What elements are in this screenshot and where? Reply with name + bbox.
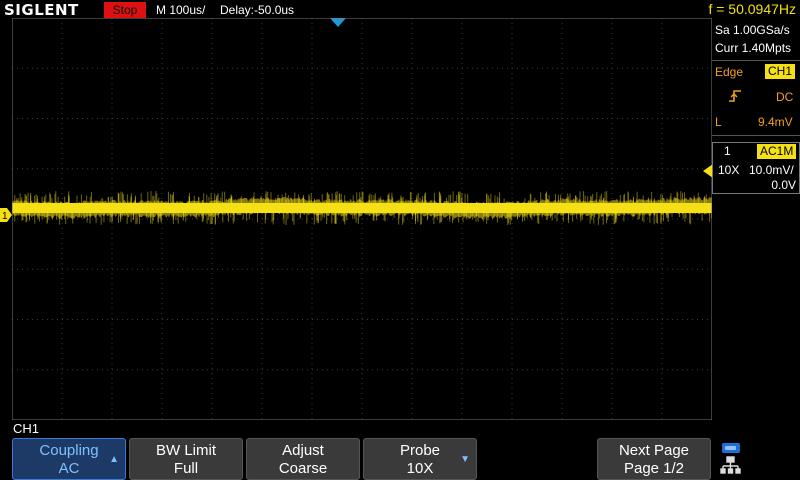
channel-number: 1 xyxy=(724,144,731,158)
ch1-marker-label: 1 xyxy=(2,211,8,222)
trigger-coupling: DC xyxy=(776,90,794,104)
trigger-source[interactable]: CH1 xyxy=(765,64,796,79)
channel1-info[interactable]: 1 AC1M 10X 10.0mV/ 0.0V xyxy=(712,142,800,194)
waveform-display[interactable] xyxy=(12,18,712,420)
top-status-bar: SIGLENT Stop M 100us/ Delay:-50.0us f = … xyxy=(0,0,800,20)
softkey-title: Adjust xyxy=(282,442,324,459)
arrow-up-icon: ▲ xyxy=(109,454,119,465)
adjust-softkey[interactable]: Adjust Coarse xyxy=(246,438,360,480)
coupling-softkey[interactable]: Coupling AC ▲ xyxy=(12,438,126,480)
usb-icon xyxy=(722,443,740,453)
frequency-counter: f = 50.0947Hz xyxy=(708,1,796,17)
probe-softkey[interactable]: Probe 10X ▼ xyxy=(363,438,477,480)
softkey-value: Coarse xyxy=(278,460,328,477)
softkey-value: Page 1/2 xyxy=(623,460,685,477)
trigger-level: 9.4mV xyxy=(758,115,793,129)
memory-depth: Curr 1.40Mpts xyxy=(715,41,792,55)
trigger-level-label: L xyxy=(715,115,722,129)
network-icon xyxy=(720,456,741,474)
next-page-softkey[interactable]: Next Page Page 1/2 xyxy=(597,438,711,480)
channel-scale: 10.0mV/ xyxy=(749,163,794,177)
connection-icons xyxy=(720,443,741,474)
trigger-delay-readout: Delay:-50.0us xyxy=(220,3,295,17)
timebase-readout: M 100us/ xyxy=(156,3,206,17)
trigger-type: Edge xyxy=(715,65,744,79)
right-info-panel: Sa 1.00GSa/s Curr 1.40Mpts Edge CH1 DC L… xyxy=(712,20,800,420)
brand-logo: SIGLENT xyxy=(4,1,79,19)
channel-probe: 10X xyxy=(718,163,740,177)
ch1-offset-marker[interactable]: 1 xyxy=(0,208,12,222)
arrow-down-icon: ▼ xyxy=(460,454,470,465)
rising-edge-icon xyxy=(729,90,741,102)
menu-title: CH1 xyxy=(13,421,40,436)
run-stop-status[interactable]: Stop xyxy=(104,2,146,18)
bw-limit-softkey[interactable]: BW Limit Full xyxy=(129,438,243,480)
channel-coupling-impedance: AC1M xyxy=(757,144,797,159)
softkey-title: BW Limit xyxy=(156,442,216,459)
sample-rate: Sa 1.00GSa/s xyxy=(715,23,790,37)
softkey-title: Next Page xyxy=(618,442,690,459)
channel-offset: 0.0V xyxy=(771,178,796,192)
softkey-value: Full xyxy=(173,460,199,477)
